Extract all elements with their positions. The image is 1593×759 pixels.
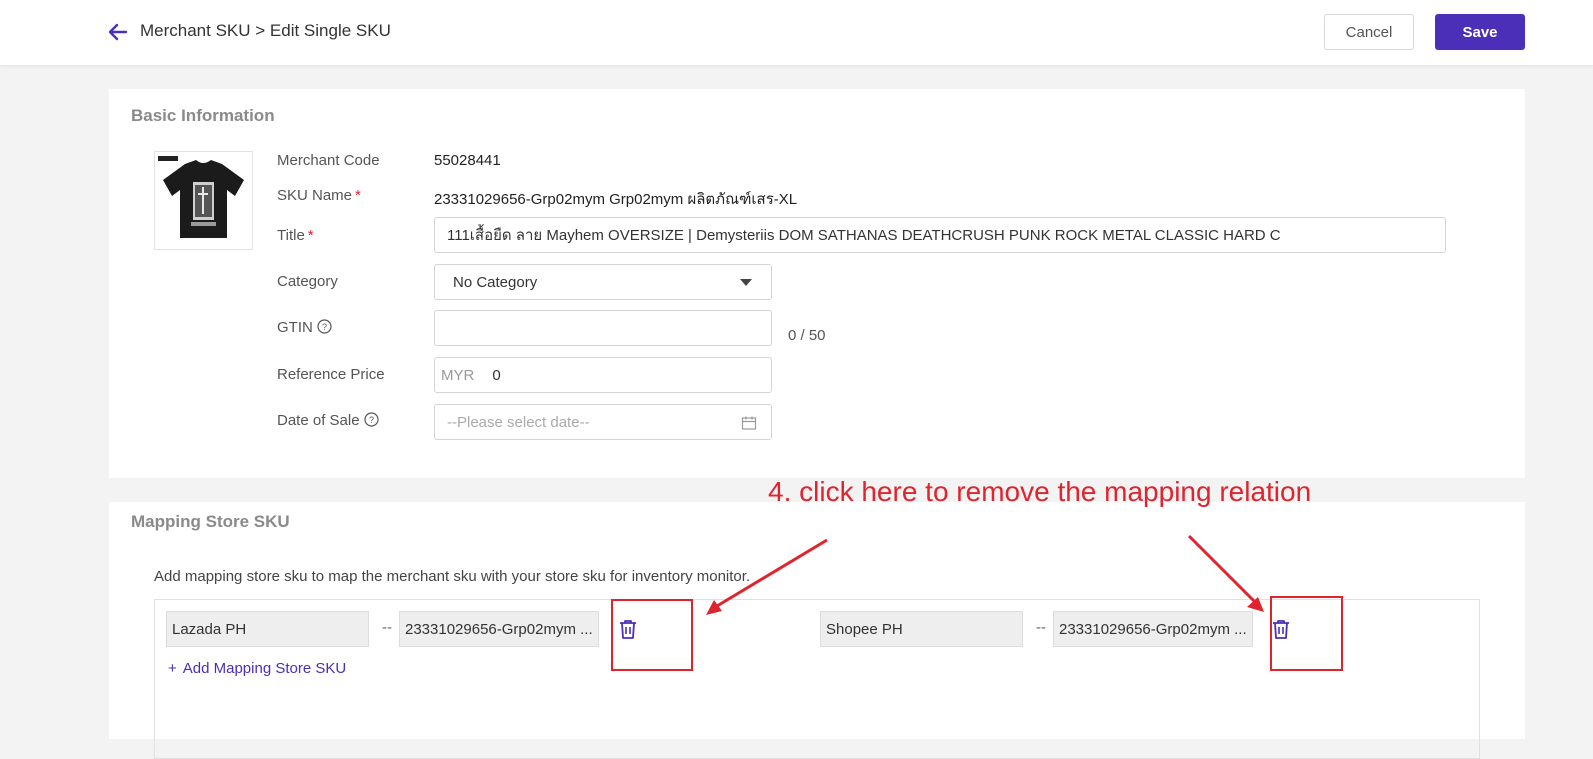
reference-price-label: Reference Price bbox=[277, 366, 385, 383]
section-title-basic: Basic Information bbox=[131, 106, 275, 125]
annotation-text: 4. click here to remove the mapping rela… bbox=[768, 476, 1312, 507]
gtin-label: GTIN? bbox=[277, 319, 332, 336]
svg-text:?: ? bbox=[369, 415, 374, 425]
product-image bbox=[154, 151, 253, 250]
merchant-code-label: Merchant Code bbox=[277, 152, 380, 169]
section-title-mapping: Mapping Store SKU bbox=[131, 512, 290, 531]
reference-price-input[interactable]: MYR 0 bbox=[434, 357, 772, 393]
svg-text:?: ? bbox=[322, 322, 327, 332]
highlight-box bbox=[611, 599, 693, 671]
merchant-code-value: 55028441 bbox=[434, 152, 501, 169]
reference-price-value: 0 bbox=[492, 366, 501, 384]
help-icon[interactable]: ? bbox=[317, 319, 332, 334]
date-of-sale-picker[interactable]: --Please select date-- bbox=[434, 404, 772, 440]
breadcrumb: Merchant SKU > Edit Single SKU bbox=[140, 21, 391, 40]
separator: -- bbox=[382, 619, 392, 636]
required-mark: * bbox=[307, 227, 314, 244]
help-icon[interactable]: ? bbox=[363, 412, 379, 427]
title-input[interactable]: 111เสื้อยืด ลาย Mayhem OVERSIZE | Demyst… bbox=[434, 217, 1446, 253]
title-label: Title * bbox=[277, 227, 314, 244]
plus-icon: + bbox=[168, 660, 177, 677]
sku-name-label: SKU Name * bbox=[277, 187, 361, 204]
highlight-box bbox=[1270, 596, 1343, 671]
category-select[interactable]: No Category bbox=[434, 264, 772, 300]
date-of-sale-label: Date of Sale? bbox=[277, 412, 379, 429]
category-value: No Category bbox=[453, 273, 538, 291]
tshirt-image bbox=[155, 152, 252, 249]
sku-name-value: 23331029656-Grp02mym Grp02mym ผลิตภัณฑ์เ… bbox=[434, 191, 798, 208]
calendar-icon bbox=[741, 416, 757, 430]
store-sku-select[interactable]: 23331029656-Grp02mym ... bbox=[399, 611, 599, 647]
basic-information-card: Basic Information Merchant Code 55028441… bbox=[109, 89, 1525, 478]
required-mark: * bbox=[355, 187, 361, 204]
back-arrow-icon[interactable] bbox=[106, 20, 130, 44]
gtin-input[interactable] bbox=[434, 310, 772, 346]
store-select[interactable]: Lazada PH bbox=[166, 611, 369, 647]
save-button[interactable]: Save bbox=[1435, 14, 1525, 50]
caret-down-icon bbox=[740, 279, 752, 286]
currency-prefix: MYR bbox=[441, 366, 475, 384]
category-label: Category bbox=[277, 273, 338, 290]
store-select[interactable]: Shopee PH bbox=[820, 611, 1023, 647]
mapping-description: Add mapping store sku to map the merchan… bbox=[154, 568, 751, 585]
separator: -- bbox=[1036, 619, 1046, 636]
cancel-button[interactable]: Cancel bbox=[1324, 14, 1414, 50]
date-placeholder: --Please select date-- bbox=[447, 413, 590, 431]
top-bar: Merchant SKU > Edit Single SKU Cancel Sa… bbox=[0, 0, 1593, 65]
add-mapping-store-sku-link[interactable]: + Add Mapping Store SKU bbox=[168, 660, 346, 677]
gtin-counter: 0 / 50 bbox=[788, 327, 826, 344]
store-sku-select[interactable]: 23331029656-Grp02mym ... bbox=[1053, 611, 1253, 647]
